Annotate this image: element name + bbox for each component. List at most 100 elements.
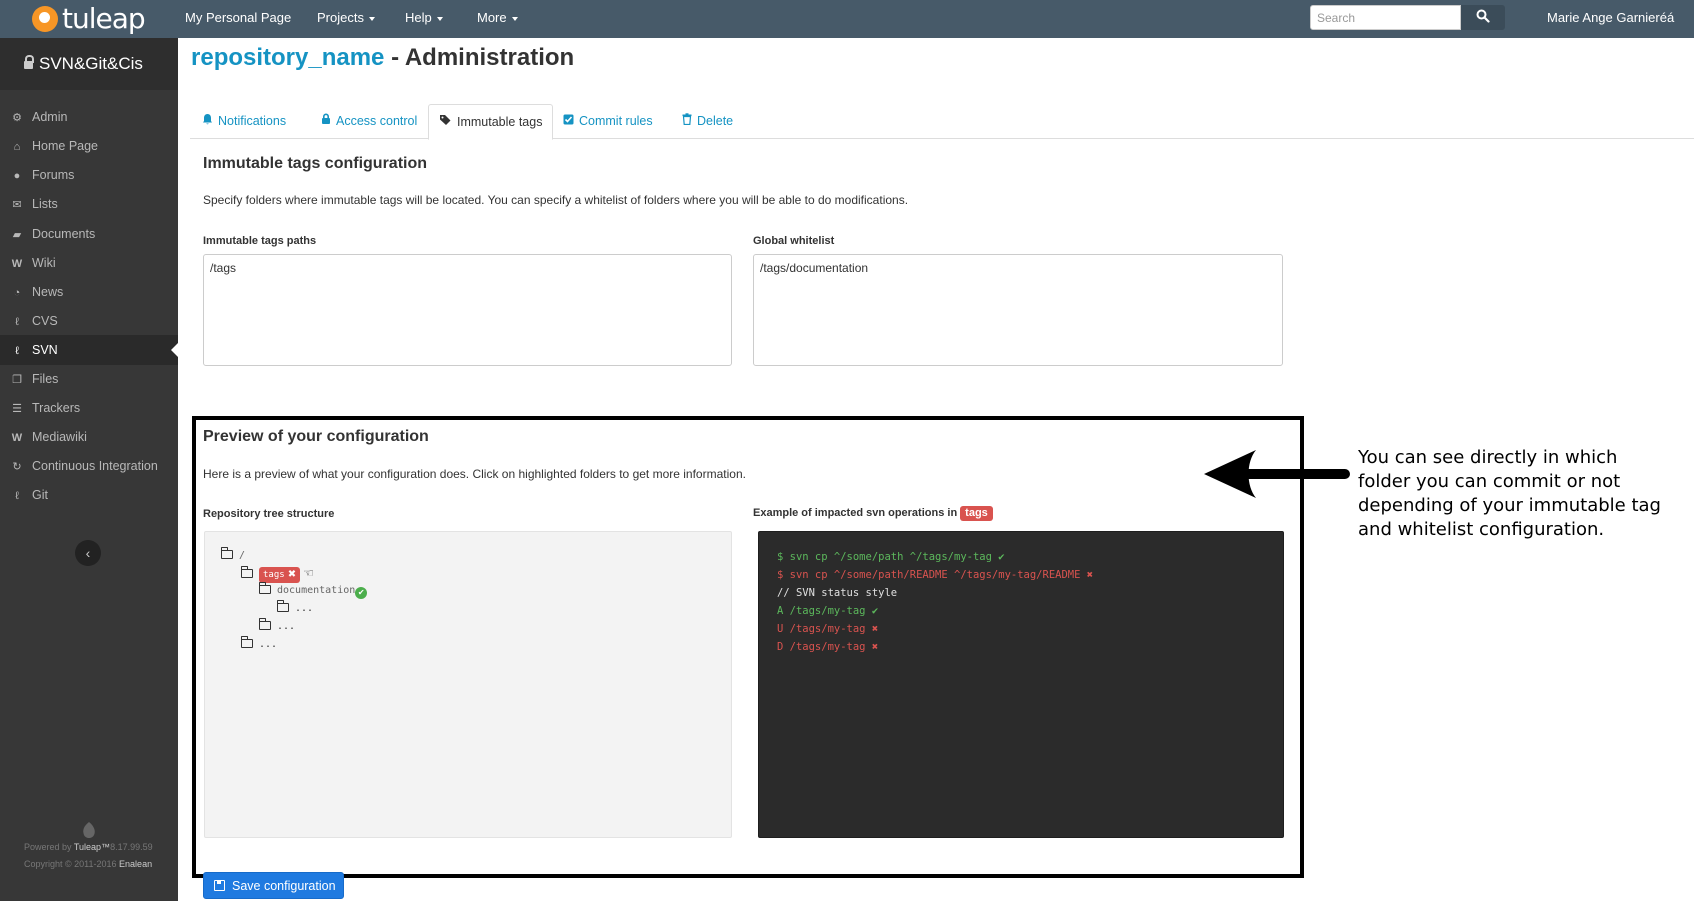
annotation-callout: You can see directly in which folder you… — [1358, 447, 1661, 540]
save-icon — [214, 879, 225, 891]
times-icon: ✖ — [287, 569, 297, 580]
caret-down-icon — [368, 16, 375, 21]
list-icon: ☰ — [12, 403, 22, 415]
ops-label: Example of impacted svn operations in tag… — [753, 506, 993, 521]
sidebar-item-svn[interactable]: ℓ SVN — [0, 335, 178, 365]
svn-icon: ℓ — [15, 345, 19, 357]
user-menu[interactable]: Marie Ange Garnieréá — [1547, 0, 1674, 38]
paths-label: Immutable tags paths — [203, 235, 317, 247]
tuleap-logo[interactable]: tuleap — [32, 2, 146, 35]
home-icon: ⌂ — [13, 141, 21, 153]
arrow-left-icon — [1204, 450, 1350, 498]
project-sidebar: SVN&Git&Cis ⚙ Admin ⌂ Home Page ● Forums ✉ L… — [0, 38, 178, 901]
chevron-left-icon: ‹ — [85, 545, 91, 561]
nav-my-personal-page[interactable]: My Personal Page — [185, 0, 291, 38]
tree-node-tags-children: ... — [259, 618, 295, 632]
repository-name-link[interactable]: repository_name — [191, 44, 384, 71]
sidebar-collapse-button[interactable]: ‹ — [75, 540, 101, 566]
logo-text: tuleap — [62, 2, 146, 35]
hand-pointer-icon: ☜ — [303, 566, 314, 580]
lock-icon — [322, 113, 330, 124]
nav-projects-dropdown[interactable]: Projects — [317, 0, 375, 38]
unlock-icon — [24, 55, 34, 69]
check-icon: ✔ — [871, 605, 879, 617]
tree-node-root: / — [221, 547, 245, 561]
users-icon: ● — [13, 170, 21, 182]
tab-commit-rules[interactable]: Commit rules — [553, 104, 663, 139]
sidebar-item-continuous-integration[interactable]: ↻ Continuous Integration — [0, 451, 178, 481]
copyright: Copyright © 2011-2016 Enalean — [24, 859, 153, 869]
envelope-icon: ✉ — [12, 199, 22, 211]
tab-delete[interactable]: Delete — [672, 104, 743, 139]
config-heading: Immutable tags configuration — [203, 155, 428, 172]
gears-icon: ⚙ — [12, 112, 22, 124]
sidebar-item-files[interactable]: ❐ Files — [0, 364, 178, 394]
console-line: D /tags/my-tag ✖ — [777, 641, 879, 653]
sidebar-item-admin[interactable]: ⚙ Admin — [0, 102, 178, 132]
tree-node-tags[interactable]: tags ✖ ☜ — [241, 566, 314, 583]
whitelist-label: Global whitelist — [753, 235, 835, 247]
admin-tabs: Notifications Access control Immutable t… — [190, 104, 1694, 140]
sidebar-project-name[interactable]: SVN&Git&Cis — [0, 38, 178, 90]
global-whitelist-input[interactable] — [753, 254, 1283, 366]
ops-tags-badge: tags — [960, 506, 993, 521]
tab-immutable-tags[interactable]: Immutable tags — [428, 104, 554, 140]
mediawiki-icon: W — [11, 432, 23, 444]
sidebar-item-forums[interactable]: ● Forums — [0, 160, 178, 190]
console-line: U /tags/my-tag ✖ — [777, 623, 879, 635]
nav-more-dropdown[interactable]: More — [477, 0, 518, 38]
cvs-icon: ℓ — [15, 316, 19, 328]
rss-icon: ◔ — [13, 287, 21, 299]
svn-operations-console: $ svn cp ^/some/path ^/tags/my-tag ✔ $ s… — [758, 531, 1284, 838]
folder-open-icon — [241, 566, 253, 578]
sidebar-item-home-page[interactable]: ⌂ Home Page — [0, 131, 178, 161]
preview-heading: Preview of your configuration — [203, 428, 429, 445]
folder-open-icon — [259, 582, 271, 594]
tab-access-control[interactable]: Access control — [311, 104, 427, 139]
tree-node-doc-children: ... — [277, 600, 313, 614]
search-input[interactable] — [1310, 5, 1461, 30]
console-line: A /tags/my-tag ✔ — [777, 605, 879, 617]
folder-open-icon — [259, 618, 271, 630]
search-button[interactable] — [1461, 5, 1505, 30]
git-icon: ℓ — [15, 490, 19, 502]
sidebar-item-cvs[interactable]: ℓ CVS — [0, 306, 178, 336]
sidebar-item-documents[interactable]: ▰ Documents — [0, 219, 178, 249]
page-title: repository_name - Administration — [191, 44, 575, 71]
tuleap-logo-icon — [32, 6, 58, 32]
tags-icon — [440, 115, 451, 125]
refresh-icon: ↻ — [12, 461, 22, 473]
tab-notifications[interactable]: Notifications — [192, 104, 296, 139]
tree-label: Repository tree structure — [203, 508, 335, 520]
repository-tree: / tags ✖ ☜ documentation ✔ ... ... ... — [204, 531, 732, 838]
caret-down-icon — [436, 16, 443, 21]
console-line: $ svn cp ^/some/path/README ^/tags/my-ta… — [777, 569, 1094, 581]
save-configuration-button[interactable]: Save configuration — [203, 872, 344, 899]
tree-node-documentation[interactable]: documentation ✔ — [259, 582, 368, 599]
sidebar-item-trackers[interactable]: ☰ Trackers — [0, 393, 178, 423]
immutable-tags-paths-input[interactable] — [203, 254, 732, 366]
sidebar-item-git[interactable]: ℓ Git — [0, 480, 178, 510]
times-icon: ✖ — [871, 641, 879, 653]
files-icon: ❐ — [12, 374, 22, 386]
console-line: $ svn cp ^/some/path ^/tags/my-tag ✔ — [777, 551, 1005, 563]
trash-icon — [682, 113, 692, 125]
top-navbar: tuleap My Personal Page Projects Help Mo… — [0, 0, 1694, 38]
tuleap-small-logo-icon — [83, 822, 95, 838]
search-icon — [1476, 9, 1490, 23]
preview-description: Here is a preview of what your configura… — [203, 467, 746, 481]
sidebar-item-news[interactable]: ◔ News — [0, 277, 178, 307]
nav-help-dropdown[interactable]: Help — [405, 0, 443, 38]
checkbox-icon — [563, 114, 574, 125]
folder-open-icon — [241, 636, 253, 648]
caret-down-icon — [511, 16, 518, 21]
console-line: // SVN status style — [777, 587, 898, 599]
sidebar-item-mediawiki[interactable]: W Mediawiki — [0, 422, 178, 452]
tags-folder-badge[interactable]: tags ✖ — [259, 567, 301, 583]
folder-open-icon: ▰ — [12, 229, 22, 241]
folder-open-icon — [277, 600, 289, 612]
tree-node-root-children: ... — [241, 636, 277, 650]
sidebar-item-lists[interactable]: ✉ Lists — [0, 189, 178, 219]
sidebar-item-wiki[interactable]: W Wiki — [0, 248, 178, 278]
wiki-icon: W — [11, 258, 23, 270]
